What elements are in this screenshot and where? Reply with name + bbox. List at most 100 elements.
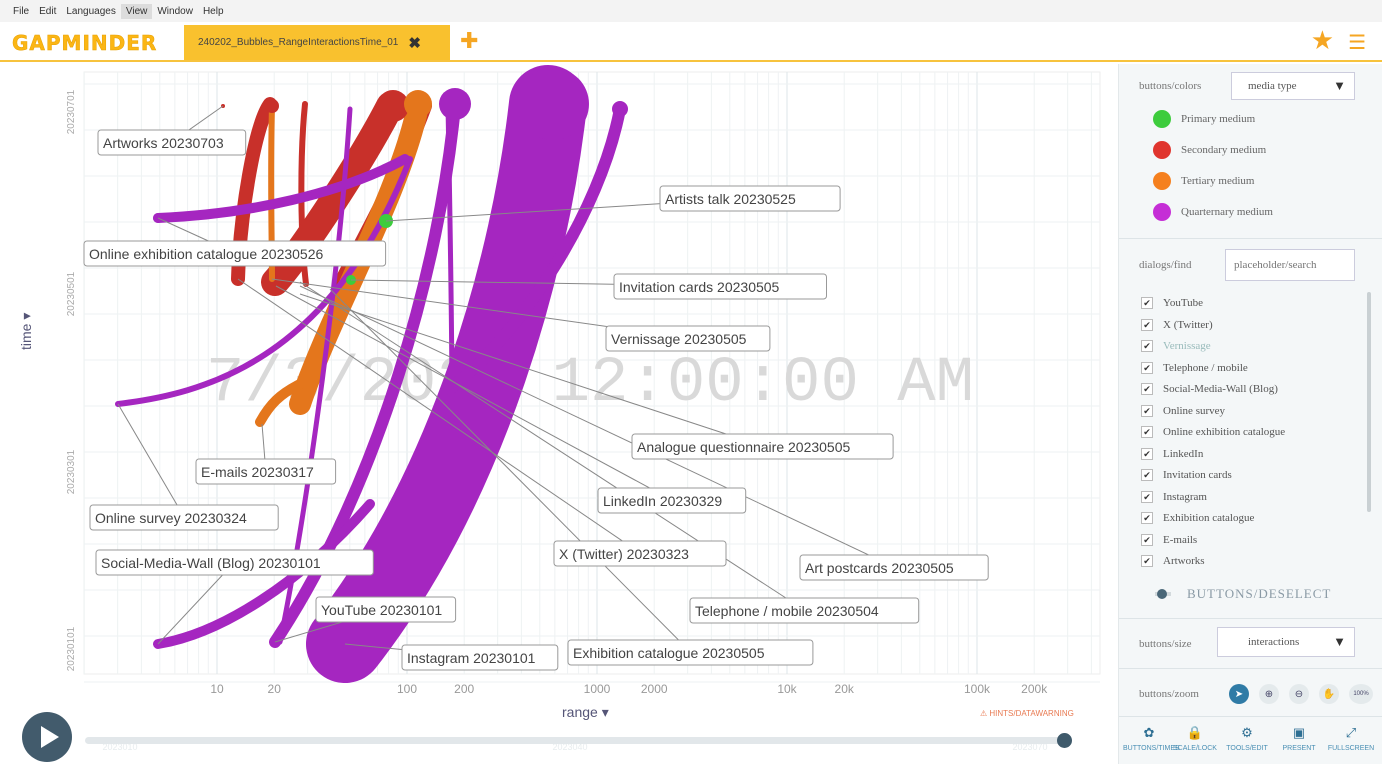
checkbox[interactable]: ✔: [1141, 297, 1153, 309]
label-text: Invitation cards 20230505: [619, 279, 780, 295]
hand-icon[interactable]: ✋: [1319, 684, 1339, 704]
zoom-out-icon[interactable]: ⊖: [1289, 684, 1309, 704]
bubble-label[interactable]: LinkedIn 20230329: [597, 487, 747, 514]
bubble-label[interactable]: Online survey 20230324: [89, 504, 279, 531]
find-item[interactable]: ✔ Social-Media-Wall (Blog): [1141, 383, 1278, 395]
present-button[interactable]: ▣ PRESENT: [1273, 725, 1325, 752]
legend-label: Secondary medium: [1181, 144, 1267, 156]
scrollbar[interactable]: [1367, 292, 1371, 512]
find-item[interactable]: ✔ Invitation cards: [1141, 469, 1232, 481]
bubble-secondary[interactable]: [265, 99, 279, 113]
menu-languages[interactable]: Languages: [61, 4, 121, 19]
play-button[interactable]: [22, 712, 72, 762]
find-item[interactable]: ✔ YouTube: [1141, 297, 1203, 309]
hamburger-menu-icon[interactable]: ☰: [1348, 30, 1366, 55]
checkbox[interactable]: ✔: [1141, 361, 1153, 374]
legend-swatch: [1153, 203, 1171, 221]
checkbox[interactable]: ✔: [1141, 404, 1153, 417]
bubble-label[interactable]: Exhibition catalogue 20230505: [567, 639, 814, 666]
find-item[interactable]: ✔ X (Twitter): [1141, 318, 1213, 331]
menu-view[interactable]: View: [120, 3, 153, 19]
edit-button[interactable]: ⚙ TOOLS/EDIT: [1221, 725, 1273, 752]
bubble-youtube[interactable]: [439, 88, 471, 120]
times-icon: ✿: [1143, 725, 1155, 740]
zoom-reset-button[interactable]: 100%: [1349, 684, 1373, 704]
checkbox[interactable]: ✔: [1141, 340, 1153, 352]
bubble-label[interactable]: Art postcards 20230505: [799, 554, 989, 581]
find-item[interactable]: ✔ LinkedIn: [1141, 447, 1203, 460]
label-text: Telephone / mobile 20230504: [695, 603, 879, 619]
legend-item[interactable]: Tertiary medium: [1153, 172, 1254, 190]
checkbox[interactable]: ✔: [1141, 447, 1153, 460]
menu-bar: File Edit Languages View Window Help: [0, 0, 1382, 22]
checkbox[interactable]: ✔: [1141, 469, 1153, 481]
checkbox[interactable]: ✔: [1141, 490, 1153, 503]
bubble-label[interactable]: Artists talk 20230525: [659, 185, 841, 212]
star-icon[interactable]: ★: [1311, 25, 1334, 56]
bubble-label[interactable]: Vernissage 20230505: [605, 325, 771, 352]
bubble-label[interactable]: Online exhibition catalogue 20230526: [83, 240, 387, 267]
x-tick-label: 1000: [584, 682, 611, 696]
timeline-handle[interactable]: [1057, 733, 1072, 748]
find-item[interactable]: ✔ E-mails: [1141, 533, 1197, 546]
hints-warning[interactable]: ⚠ HINTS/DATAWARNING: [980, 709, 1074, 718]
close-tab-icon[interactable]: ✖: [408, 34, 421, 52]
checkbox[interactable]: ✔: [1141, 318, 1153, 331]
checkbox[interactable]: ✔: [1141, 533, 1153, 546]
bubble-label[interactable]: YouTube 20230101: [315, 596, 457, 623]
pointer-icon[interactable]: ➤: [1229, 684, 1249, 704]
toggle-switch[interactable]: [1155, 589, 1171, 599]
new-tab-icon[interactable]: ✚: [460, 28, 478, 54]
legend-label: Quarternary medium: [1181, 206, 1273, 218]
find-item[interactable]: ✔ Vernissage: [1141, 340, 1211, 352]
legend-item[interactable]: Secondary medium: [1153, 141, 1266, 159]
find-item[interactable]: ✔ Online exhibition catalogue: [1141, 426, 1285, 438]
find-item-label: Social-Media-Wall (Blog): [1163, 383, 1278, 395]
menu-edit[interactable]: Edit: [34, 4, 61, 19]
checkbox[interactable]: ✔: [1141, 383, 1153, 395]
bubble-label[interactable]: Artworks 20230703: [97, 129, 247, 156]
times-button[interactable]: ✿ BUTTONS/TIMES: [1123, 725, 1180, 752]
bubble-label[interactable]: Telephone / mobile 20230504: [689, 597, 920, 624]
size-select[interactable]: interactions ▼: [1217, 627, 1355, 657]
timeline-track[interactable]: [85, 737, 1065, 744]
bubble-label[interactable]: Instagram 20230101: [401, 644, 559, 671]
find-item[interactable]: ✔ Telephone / mobile: [1141, 361, 1248, 374]
bubble-label[interactable]: X (Twitter) 20230323: [553, 540, 727, 567]
lock-button[interactable]: 🔒 SCALE/LOCK: [1169, 725, 1221, 752]
checkbox[interactable]: ✔: [1141, 512, 1153, 524]
legend-item[interactable]: Quarternary medium: [1153, 203, 1273, 221]
legend-item[interactable]: Primary medium: [1153, 110, 1255, 128]
label-text: Social-Media-Wall (Blog) 20230101: [101, 555, 321, 571]
bubble-tertiary[interactable]: [404, 90, 432, 118]
menu-file[interactable]: File: [8, 4, 34, 19]
deselect-control[interactable]: BUTTONS/DESELECT: [1155, 586, 1331, 602]
bubble-label[interactable]: Social-Media-Wall (Blog) 20230101: [95, 549, 374, 576]
zoom-in-icon[interactable]: ⊕: [1259, 684, 1279, 704]
chart-canvas[interactable]: 7/3/2023 12:00:00 AM Artworks 20230703Ar…: [0, 64, 1115, 764]
find-item[interactable]: ✔ Exhibition catalogue: [1141, 512, 1254, 524]
y-axis-label[interactable]: time ▾: [18, 313, 35, 350]
sidebar: buttons/colors media type ▼ Primary medi…: [1118, 64, 1382, 764]
checkbox[interactable]: ✔: [1141, 555, 1153, 567]
x-axis-label[interactable]: range ▾: [562, 704, 609, 721]
bubble-label[interactable]: E-mails 20230317: [195, 458, 337, 485]
bubble-label[interactable]: Analogue questionnaire 20230505: [631, 433, 894, 460]
menu-help[interactable]: Help: [198, 4, 229, 19]
find-item[interactable]: ✔ Instagram: [1141, 490, 1207, 503]
document-tab[interactable]: 240202_Bubbles_RangeInteractionsTime_01 …: [184, 25, 450, 60]
bubble-chart[interactable]: 7/3/2023 12:00:00 AM Artworks 20230703 Ar…: [0, 64, 1115, 764]
find-item[interactable]: ✔ Artworks: [1141, 555, 1205, 567]
colors-select[interactable]: media type ▼: [1231, 72, 1355, 100]
bubble-instagram[interactable]: [517, 68, 589, 140]
menu-window[interactable]: Window: [152, 4, 198, 19]
bubble-label[interactable]: Invitation cards 20230505: [613, 273, 827, 300]
search-input[interactable]: [1225, 249, 1355, 281]
find-item-label: X (Twitter): [1163, 318, 1213, 331]
find-item[interactable]: ✔ Online survey: [1141, 404, 1225, 417]
fullscreen-button[interactable]: ⤢ FULLSCREEN: [1325, 725, 1377, 752]
edit-label: TOOLS/EDIT: [1226, 745, 1268, 752]
checkbox[interactable]: ✔: [1141, 426, 1153, 438]
bubble-quaternary[interactable]: [612, 101, 628, 117]
chevron-down-icon: ▼: [1333, 634, 1346, 649]
